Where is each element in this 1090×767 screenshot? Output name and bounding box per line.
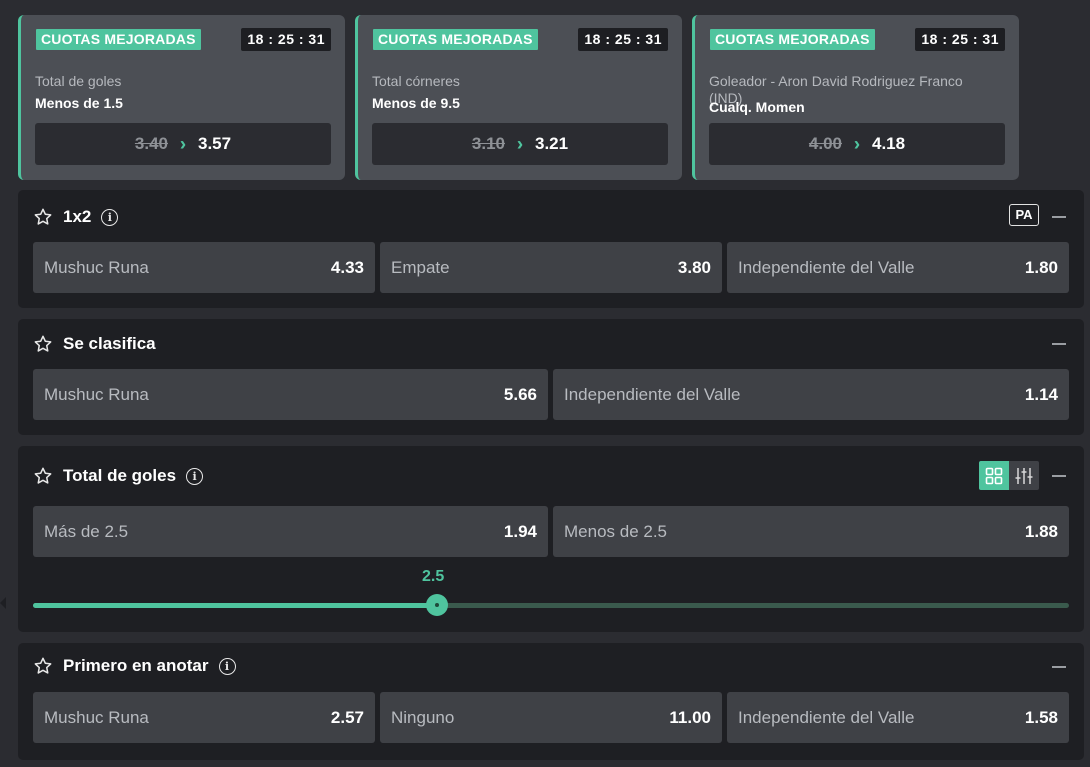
grid-view-icon	[985, 467, 1003, 484]
star-outline-icon[interactable]	[33, 334, 53, 354]
line-value-label: 2.5	[422, 568, 445, 585]
odds-button[interactable]: Más de 2.5 1.94	[33, 506, 548, 557]
grid-view-button[interactable]	[979, 461, 1009, 490]
boosted-odds-carousel: CUOTAS MEJORADAS 18 : 25 : 31 Total de g…	[18, 15, 1019, 180]
old-odd: 3.40	[134, 134, 168, 153]
outcome-name: Independiente del Valle	[738, 707, 915, 727]
scroll-edge-marker	[0, 597, 6, 609]
countdown-timer: 18 : 25 : 31	[241, 28, 331, 51]
old-odd: 4.00	[808, 134, 842, 153]
boosted-odds-badge: CUOTAS MEJORADAS	[373, 29, 538, 50]
outcome-odd: 3.80	[677, 257, 711, 277]
market-title: Total de goles	[63, 466, 177, 485]
line-slider-handle[interactable]	[426, 594, 448, 616]
outcomes-row: Más de 2.5 1.94 Menos de 2.5 1.88	[33, 506, 1069, 557]
outcome-name: Independiente del Valle	[738, 257, 915, 277]
outcome-odd: 2.57	[330, 707, 364, 727]
minus-icon[interactable]	[1052, 666, 1066, 668]
promo-odds-button[interactable]: 4.00 ›› 4.18	[709, 123, 1005, 165]
odds-button[interactable]: Menos de 2.5 1.88	[553, 506, 1069, 557]
star-outline-icon[interactable]	[33, 656, 53, 676]
promo-selection-label: Cualq. Momen	[709, 99, 805, 115]
market-title: 1x2	[63, 207, 92, 226]
star-outline-icon[interactable]	[33, 466, 53, 486]
market-header: 1x2 i	[33, 207, 119, 227]
market-1x2: 1x2 i PA Mushuc Runa 4.33 Empate 3.80 In…	[18, 190, 1084, 308]
new-odd: 3.57	[198, 134, 232, 153]
odds-button[interactable]: Independiente del Valle 1.80	[727, 242, 1069, 293]
outcome-name: Mushuc Runa	[44, 384, 149, 404]
market-header: Se clasifica	[33, 334, 156, 354]
info-circle-icon[interactable]: i	[186, 467, 204, 485]
odds-button[interactable]: Mushuc Runa 4.33	[33, 242, 375, 293]
minus-icon[interactable]	[1052, 216, 1066, 218]
boosted-odds-badge: CUOTAS MEJORADAS	[710, 29, 875, 50]
outcome-odd: 4.33	[330, 257, 364, 277]
outcome-name: Empate	[391, 257, 450, 277]
odds-button[interactable]: Independiente del Valle 1.14	[553, 369, 1069, 420]
outcome-odd: 1.14	[1024, 384, 1058, 404]
outcomes-row: Mushuc Runa 4.33 Empate 3.80 Independien…	[33, 242, 1069, 293]
market-header: Total de goles i	[33, 466, 204, 486]
outcome-name: Más de 2.5	[44, 521, 129, 541]
outcome-odd: 5.66	[503, 384, 537, 404]
minus-icon[interactable]	[1052, 343, 1066, 345]
sliders-view-icon	[1015, 467, 1033, 484]
countdown-timer: 18 : 25 : 31	[915, 28, 1005, 51]
info-circle-icon[interactable]: i	[218, 657, 236, 675]
odds-button[interactable]: Empate 3.80	[380, 242, 722, 293]
outcome-name: Mushuc Runa	[44, 257, 149, 277]
star-outline-icon[interactable]	[33, 207, 53, 227]
new-odd: 3.21	[535, 134, 569, 153]
promo-selection-label: Menos de 9.5	[372, 95, 460, 111]
info-circle-icon[interactable]: i	[101, 208, 119, 226]
promo-market-label: Total de goles	[35, 73, 122, 89]
outcome-odd: 1.94	[503, 521, 537, 541]
promo-selection-label: Menos de 1.5	[35, 95, 123, 111]
outcome-name: Mushuc Runa	[44, 707, 149, 727]
boosted-odds-card[interactable]: CUOTAS MEJORADAS 18 : 25 : 31 Goleador -…	[692, 15, 1019, 180]
market-title: Primero en anotar	[63, 656, 209, 675]
old-odd: 3.10	[471, 134, 505, 153]
outcome-odd: 1.88	[1024, 521, 1058, 541]
double-chevron-right-icon: ››	[854, 134, 860, 155]
odds-button[interactable]: Mushuc Runa 2.57	[33, 692, 375, 743]
boosted-odds-badge: CUOTAS MEJORADAS	[36, 29, 201, 50]
odds-button[interactable]: Ninguno 11.00	[380, 692, 722, 743]
outcome-name: Ninguno	[391, 707, 455, 727]
promo-odds-button[interactable]: 3.40 ›› 3.57	[35, 123, 331, 165]
view-toggle	[979, 461, 1039, 490]
outcome-name: Independiente del Valle	[564, 384, 741, 404]
line-slider-track[interactable]	[33, 603, 1069, 608]
market-total-goles: Total de goles i Más de 2.5 1.94 Menos d…	[18, 446, 1084, 632]
boosted-odds-card[interactable]: CUOTAS MEJORADAS 18 : 25 : 31 Total córn…	[355, 15, 682, 180]
countdown-timer: 18 : 25 : 31	[578, 28, 668, 51]
outcome-odd: 1.58	[1024, 707, 1058, 727]
outcome-odd: 1.80	[1024, 257, 1058, 277]
market-se-clasifica: Se clasifica Mushuc Runa 5.66 Independie…	[18, 319, 1084, 435]
promo-odds-button[interactable]: 3.10 ›› 3.21	[372, 123, 668, 165]
market-primero-anotar: Primero en anotar i Mushuc Runa 2.57 Nin…	[18, 643, 1084, 760]
minus-icon[interactable]	[1052, 475, 1066, 477]
odds-button[interactable]: Mushuc Runa 5.66	[33, 369, 548, 420]
slider-view-button[interactable]	[1009, 461, 1039, 490]
boosted-odds-card[interactable]: CUOTAS MEJORADAS 18 : 25 : 31 Total de g…	[18, 15, 345, 180]
double-chevron-right-icon: ››	[517, 134, 523, 155]
new-odd: 4.18	[872, 134, 906, 153]
promo-market-label: Total córneres	[372, 73, 460, 89]
outcomes-row: Mushuc Runa 5.66 Independiente del Valle…	[33, 369, 1069, 420]
outcomes-row: Mushuc Runa 2.57 Ninguno 11.00 Independi…	[33, 692, 1069, 743]
double-chevron-right-icon: ››	[180, 134, 186, 155]
outcome-odd: 11.00	[669, 707, 711, 727]
market-header: Primero en anotar i	[33, 656, 236, 676]
outcome-name: Menos de 2.5	[564, 521, 668, 541]
pa-button[interactable]: PA	[1009, 204, 1039, 226]
odds-button[interactable]: Independiente del Valle 1.58	[727, 692, 1069, 743]
market-title: Se clasifica	[63, 334, 156, 353]
line-slider-fill	[33, 603, 437, 608]
